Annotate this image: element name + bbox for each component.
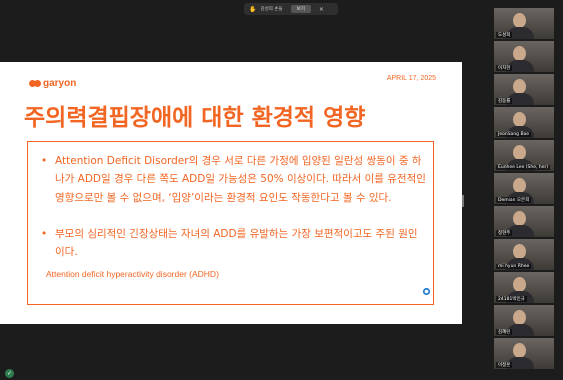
participant-tile[interactable]: 이정훈 (494, 338, 554, 369)
participant-tile[interactable]: Demian 오은희 (494, 173, 554, 204)
participant-name: 김혜린 (496, 329, 513, 335)
participant-video (513, 277, 526, 292)
raise-hand-notification: ✋ 김성희 손들 보기 × (244, 3, 338, 15)
bullet-text: 부모의 심리적인 긴장상태는 자녀의 ADD를 유발하는 가장 보편적이고도 주… (55, 228, 418, 259)
participant-tile[interactable]: mi hyun Rhee (494, 239, 554, 270)
close-icon[interactable]: × (319, 6, 324, 13)
participant-tile[interactable]: 김동률 (494, 74, 554, 105)
participant-name: 이치현 (496, 65, 513, 71)
slide-date: APRIL 17, 2025 (386, 75, 436, 82)
participant-name: 도성희 (496, 32, 513, 38)
security-icon[interactable]: ✓ (5, 369, 14, 378)
participant-video (513, 211, 526, 226)
participant-tile[interactable]: 24181박민규 (494, 272, 554, 303)
participant-video (513, 343, 526, 358)
participant-tile[interactable]: JeonSang Bae (494, 107, 554, 138)
participant-tile[interactable]: 이치현 (494, 41, 554, 72)
participant-video (513, 13, 526, 28)
participant-name: mi hyun Rhee (496, 264, 532, 269)
bullet-item: • 부모의 심리적인 긴장상태는 자녀의 ADD를 유발하는 가장 보편적이고도… (41, 225, 426, 262)
participant-tile[interactable]: Eunhee Lee (She, her) (494, 140, 554, 171)
participant-video (513, 46, 526, 61)
pointer-cursor-icon (422, 287, 431, 296)
participant-video (513, 244, 526, 259)
shared-slide: garyon APRIL 17, 2025 주의력결핍장애에 대한 환경적 영향… (0, 62, 462, 324)
notification-user: 김성희 손들 (260, 7, 283, 12)
participant-tile[interactable]: 정현주 (494, 206, 554, 237)
participant-name: 정현주 (496, 230, 513, 236)
bullet-dot: • (41, 155, 48, 167)
garyon-logo: garyon (29, 78, 76, 89)
participant-tile[interactable]: 김혜린 (494, 305, 554, 336)
bullet-text: Attention Deficit Disorder의 경우 서로 다른 가정에… (55, 155, 426, 204)
bullet-item: • Attention Deficit Disorder의 경우 서로 다른 가… (41, 152, 426, 207)
participant-video (513, 178, 526, 193)
participant-name: JeonSang Bae (496, 132, 532, 137)
content-box: • Attention Deficit Disorder의 경우 서로 다른 가… (27, 141, 434, 305)
raised-hand-icon: ✋ (249, 5, 257, 13)
footnote: Attention deficit hyperactivity disorder… (46, 269, 219, 279)
participant-name: 김동률 (496, 98, 513, 104)
logo-mark (29, 80, 41, 87)
participant-video (513, 112, 526, 127)
participant-video (513, 145, 526, 160)
participant-name: Demian 오은희 (496, 197, 532, 203)
panel-resize-handle[interactable] (462, 195, 464, 207)
participant-video (513, 310, 526, 325)
slide-title: 주의력결핍장애에 대한 환경적 영향 (24, 105, 366, 131)
view-button[interactable]: 보기 (290, 5, 311, 13)
participant-tile[interactable]: 도성희 (494, 8, 554, 39)
participant-name: Eunhee Lee (She, her) (496, 165, 551, 170)
bullet-dot: • (41, 228, 48, 240)
participant-video (513, 79, 526, 94)
logo-text: garyon (43, 78, 77, 89)
participant-name: 이정훈 (496, 362, 513, 368)
participant-name: 24181박민규 (496, 296, 527, 302)
